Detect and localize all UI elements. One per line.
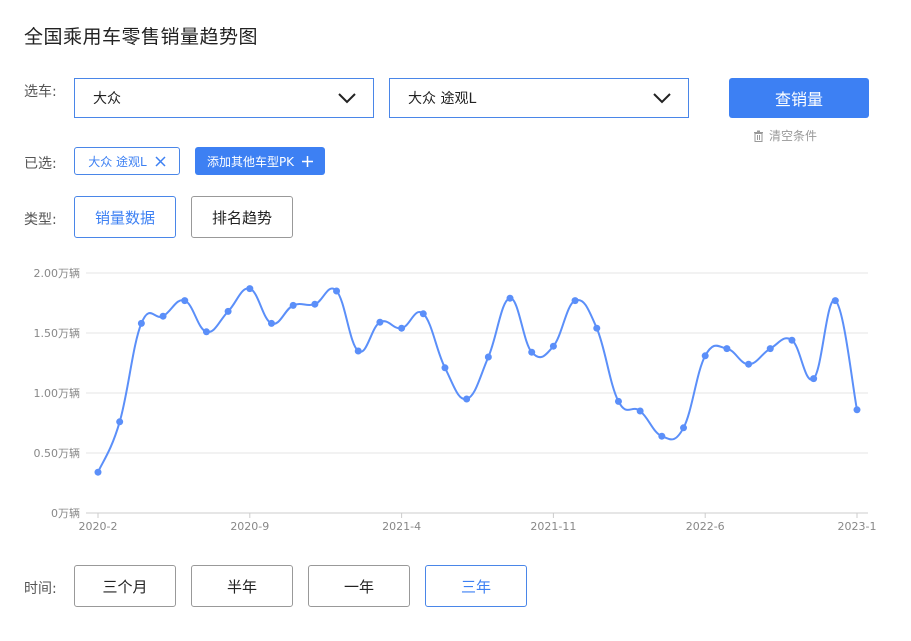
data-point [853, 406, 861, 414]
data-point [267, 319, 275, 327]
data-point [94, 468, 102, 476]
time-option-3-months[interactable]: 三个月 [74, 565, 176, 607]
data-point [181, 297, 189, 305]
time-option-1-year[interactable]: 一年 [308, 565, 410, 607]
data-point [202, 328, 210, 336]
add-other-model-label: 添加其他车型PK [206, 154, 295, 169]
data-point [766, 345, 774, 353]
data-point [116, 418, 124, 426]
chevron-down-icon [338, 93, 356, 104]
data-point [701, 352, 709, 360]
data-point [376, 318, 384, 326]
data-point [614, 397, 622, 405]
data-point [289, 301, 297, 309]
type-label: 类型: [24, 212, 57, 228]
data-point [506, 294, 514, 302]
select-car-label: 选车: [24, 84, 57, 100]
data-point [593, 324, 601, 332]
data-point [463, 395, 471, 403]
page-title: 全国乘用车零售销量趋势图 [24, 26, 259, 48]
time-option-3-years[interactable]: 三年 [425, 565, 527, 607]
y-tick-label: 1.50万辆 [34, 326, 81, 340]
data-point [528, 348, 536, 356]
data-point [246, 285, 254, 293]
data-point [484, 353, 492, 361]
selected-model-tag-label: 大众 途观L [88, 154, 147, 169]
chevron-down-icon [653, 93, 671, 104]
data-point [680, 424, 688, 432]
data-point [810, 375, 818, 383]
data-point [398, 324, 406, 332]
clear-conditions-label: 清空条件 [769, 129, 818, 143]
time-option-half-year[interactable]: 半年 [191, 565, 293, 607]
selected-model-tag: 大众 途观L [74, 147, 180, 175]
y-tick-label: 1.00万辆 [34, 386, 81, 400]
x-tick-label: 2021-4 [382, 520, 421, 533]
series-line [97, 287, 858, 473]
data-point [224, 307, 232, 315]
add-other-model-button[interactable]: 添加其他车型PK [195, 147, 325, 175]
data-point [658, 432, 666, 440]
data-point [137, 319, 145, 327]
clear-conditions-button[interactable]: 清空条件 [753, 127, 817, 144]
brand-select[interactable]: 大众 [74, 78, 374, 118]
data-point [745, 360, 753, 368]
plus-icon [302, 155, 314, 167]
selected-label: 已选: [24, 156, 57, 172]
data-point [354, 347, 362, 355]
time-label: 时间: [24, 581, 57, 597]
close-icon[interactable] [155, 155, 166, 167]
x-tick-label: 2021-11 [530, 520, 576, 533]
query-sales-button[interactable]: 查销量 [729, 78, 869, 118]
data-point [571, 297, 579, 305]
x-tick-label: 2023-1 [838, 520, 877, 533]
data-point [636, 407, 644, 415]
type-option-ranking[interactable]: 排名趋势 [191, 196, 293, 238]
x-tick-label: 2020-2 [79, 520, 118, 533]
x-tick-label: 2020-9 [230, 520, 269, 533]
y-tick-label: 0.50万辆 [34, 446, 81, 460]
data-point [419, 310, 427, 318]
model-select-value: 大众 途观L [408, 91, 477, 107]
y-tick-label: 0万辆 [51, 506, 80, 520]
y-tick-label: 2.00万辆 [34, 266, 81, 280]
brand-select-value: 大众 [93, 91, 121, 107]
trash-icon [754, 130, 763, 142]
sales-line-chart: 0万辆 0.50万辆 1.00万辆 1.50万辆 2.00万辆 2020-2 2020-9 2… [34, 266, 877, 533]
data-point [788, 336, 796, 344]
data-point [333, 287, 341, 295]
data-point [311, 300, 319, 308]
model-select[interactable]: 大众 途观L [389, 78, 689, 118]
data-point [723, 345, 731, 353]
type-option-sales[interactable]: 销量数据 [74, 196, 176, 238]
x-tick-label: 2022-6 [686, 520, 725, 533]
data-point [159, 312, 167, 320]
data-point [549, 342, 557, 350]
data-point [831, 297, 839, 305]
data-point [441, 364, 449, 372]
